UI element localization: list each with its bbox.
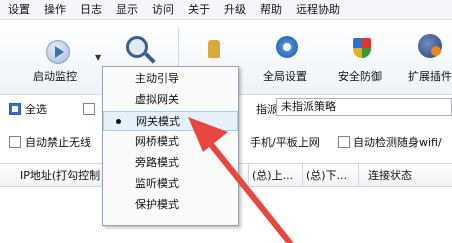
- security-defense-label[interactable]: 安全防御: [338, 68, 382, 84]
- start-monitor-label[interactable]: 启动监控: [33, 68, 77, 84]
- extensions-label[interactable]: 扩展插件: [408, 68, 452, 84]
- key-icon[interactable]: [208, 40, 220, 58]
- shield-icon[interactable]: [353, 38, 371, 58]
- column-divider: [358, 163, 359, 185]
- menu-item-monitor-mode[interactable]: 监听模式: [103, 174, 238, 194]
- column-total-down[interactable]: (总)下...: [306, 167, 347, 183]
- policy-select[interactable]: 未指派策略: [276, 98, 452, 116]
- menu-item-gateway-mode[interactable]: 网关模式: [103, 111, 238, 131]
- menu-settings[interactable]: 设置: [8, 2, 30, 17]
- plugin-icon[interactable]: [418, 34, 442, 58]
- menu-display[interactable]: 显示: [116, 2, 138, 17]
- assign-label: 指派: [256, 103, 278, 116]
- column-status[interactable]: 连接状态: [368, 167, 412, 183]
- menu-item-active-guide[interactable]: 主动引导: [103, 69, 238, 89]
- menu-access[interactable]: 访问: [152, 2, 174, 17]
- select-all-checkbox[interactable]: [9, 103, 21, 115]
- menu-about[interactable]: 关于: [188, 2, 210, 17]
- gear-icon[interactable]: [276, 36, 298, 58]
- menu-item-bypass-mode[interactable]: 旁路模式: [103, 153, 238, 173]
- column-divider: [302, 163, 303, 185]
- auto-detect-wifi-label[interactable]: 自动检测随身wifi/: [353, 134, 442, 150]
- chevron-down-icon[interactable]: ▼: [95, 53, 101, 62]
- column-divider: [248, 163, 249, 185]
- mode-dropdown-menu: 主动引导 虚拟网关 网关模式 网桥模式 旁路模式 监听模式 保护模式: [102, 66, 239, 226]
- menu-item-protect-mode[interactable]: 保护模式: [103, 195, 238, 215]
- auto-detect-wifi-checkbox[interactable]: [338, 136, 350, 148]
- row-checkbox[interactable]: [83, 103, 95, 115]
- column-total-up[interactable]: (总)上...: [252, 167, 293, 183]
- auto-block-wireless-label[interactable]: 自动禁止无线: [25, 134, 91, 150]
- menu-logs[interactable]: 日志: [80, 2, 102, 17]
- menu-item-virtual-gateway[interactable]: 虚拟网关: [103, 90, 238, 110]
- column-ip[interactable]: IP地址(打勾控制: [20, 167, 100, 183]
- auto-block-wireless-checkbox[interactable]: [9, 136, 21, 148]
- menu-remote-assist[interactable]: 远程协助: [296, 2, 340, 17]
- selected-bullet-icon: [116, 119, 121, 124]
- phone-tablet-label[interactable]: 手机/平板上网: [250, 134, 320, 150]
- menu-operations[interactable]: 操作: [44, 2, 66, 17]
- select-all-label[interactable]: 全选: [25, 101, 47, 117]
- global-settings-label[interactable]: 全局设置: [263, 68, 307, 84]
- menu-upgrade[interactable]: 升级: [224, 2, 246, 17]
- menu-help[interactable]: 帮助: [260, 2, 282, 17]
- play-icon: [46, 40, 70, 64]
- menu-item-bridge-mode[interactable]: 网桥模式: [103, 132, 238, 152]
